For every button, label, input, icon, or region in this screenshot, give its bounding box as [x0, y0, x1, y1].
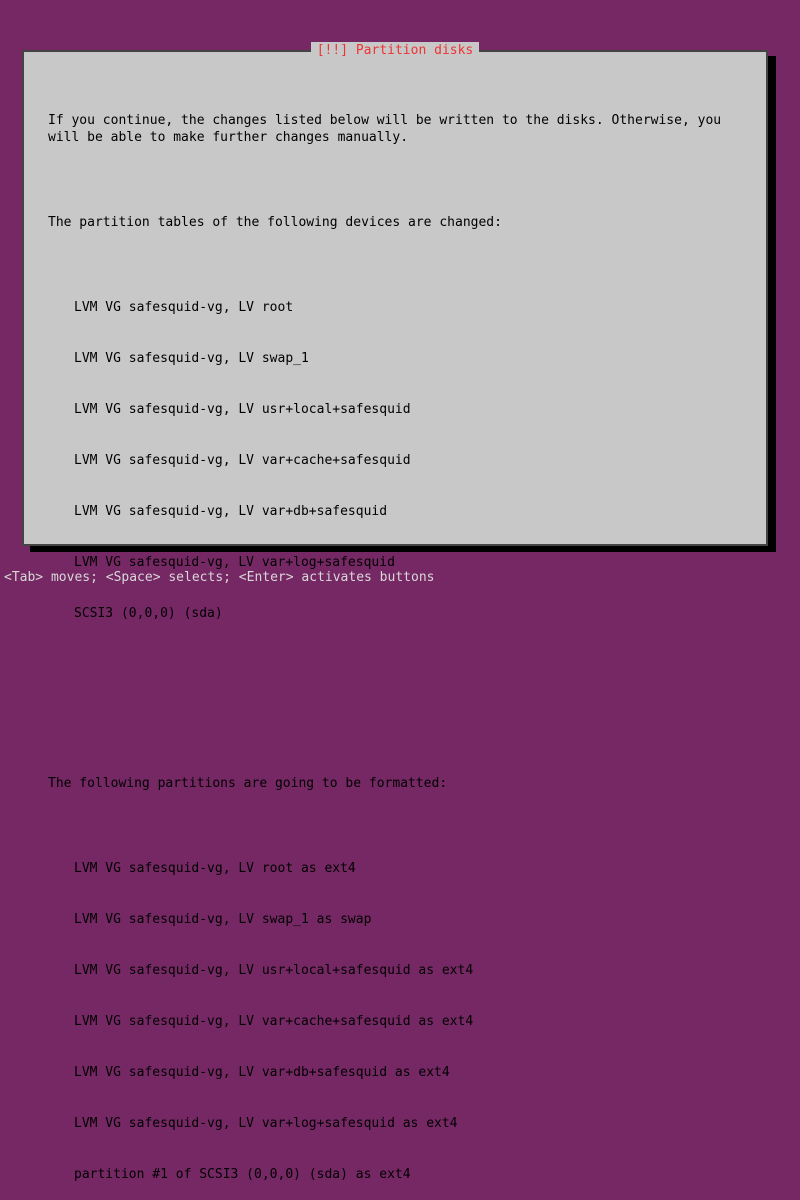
dialog-title: [!!] Partition disks: [311, 42, 480, 59]
list-item: LVM VG safesquid-vg, LV var+cache+safesq…: [74, 1013, 742, 1030]
changed-list: LVM VG safesquid-vg, LV root LVM VG safe…: [48, 265, 742, 656]
changed-heading: The partition tables of the following de…: [48, 214, 742, 231]
list-item: LVM VG safesquid-vg, LV var+db+safesquid: [74, 503, 742, 520]
format-heading: The following partitions are going to be…: [48, 775, 742, 792]
format-list: LVM VG safesquid-vg, LV root as ext4 LVM…: [48, 826, 742, 1200]
intro-text: If you continue, the changes listed belo…: [48, 112, 742, 146]
list-item: SCSI3 (0,0,0) (sda): [74, 605, 742, 622]
list-item: LVM VG safesquid-vg, LV var+db+safesquid…: [74, 1064, 742, 1081]
list-item: LVM VG safesquid-vg, LV var+cache+safesq…: [74, 452, 742, 469]
dialog-content: If you continue, the changes listed belo…: [48, 78, 742, 1200]
footer-help: <Tab> moves; <Space> selects; <Enter> ac…: [4, 569, 434, 586]
partition-dialog: [!!] Partition disks If you continue, th…: [22, 50, 768, 546]
list-item: LVM VG safesquid-vg, LV usr+local+safesq…: [74, 962, 742, 979]
dialog-title-wrap: [!!] Partition disks: [24, 42, 766, 59]
list-item: LVM VG safesquid-vg, LV swap_1: [74, 350, 742, 367]
list-item: LVM VG safesquid-vg, LV root: [74, 299, 742, 316]
list-item: LVM VG safesquid-vg, LV var+log+safesqui…: [74, 1115, 742, 1132]
list-item: LVM VG safesquid-vg, LV swap_1 as swap: [74, 911, 742, 928]
list-item: LVM VG safesquid-vg, LV usr+local+safesq…: [74, 401, 742, 418]
spacer: [48, 707, 742, 724]
list-item: partition #1 of SCSI3 (0,0,0) (sda) as e…: [74, 1166, 742, 1183]
list-item: LVM VG safesquid-vg, LV root as ext4: [74, 860, 742, 877]
